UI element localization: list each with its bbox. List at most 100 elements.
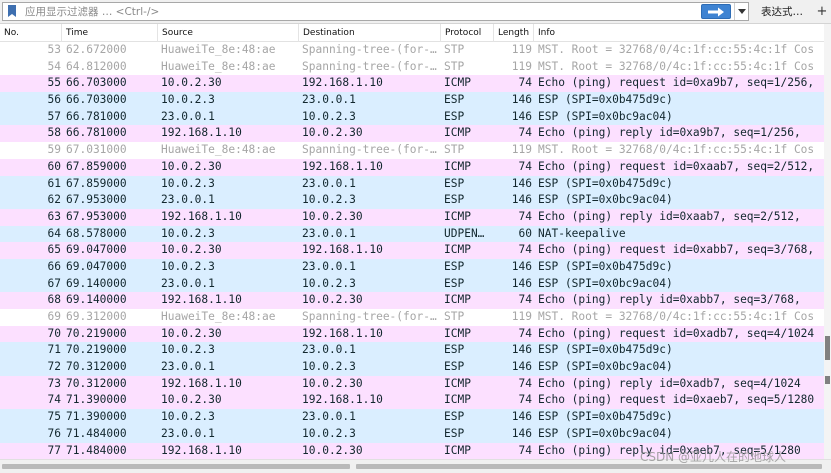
packet-row[interactable]: 62 67.953000 23.0.0.1 10.0.2.3 ESP 146 ESP (SP…	[0, 192, 831, 209]
column-header-time[interactable]: Time	[62, 24, 158, 42]
packet-row[interactable]: 72 70.312000 23.0.0.1 10.0.2.3 ESP 146 ESP (SP…	[0, 359, 831, 376]
packet-time: 64.812000	[66, 59, 127, 73]
packet-protocol: STP	[444, 310, 465, 323]
packet-protocol: ESP	[444, 193, 465, 207]
packet-info: ESP (SPI=0x0b475d9c)	[538, 176, 673, 190]
packet-time: 70.312000	[66, 360, 127, 374]
packet-protocol: ICMP	[444, 126, 471, 140]
packet-row[interactable]: 63 67.953000 192.168.1.10 10.0.2.30 ICMP 74 Ec…	[0, 208, 831, 226]
packet-time: 71.484000	[66, 443, 127, 457]
packet-info: ESP (SPI=0x0b475d9c)	[538, 259, 673, 273]
expression-button[interactable]: 表达式…	[752, 2, 812, 21]
packet-row[interactable]: 66 69.047000 10.0.2.3 23.0.0.1 ESP 146 ESP (SP…	[0, 258, 831, 276]
packet-row[interactable]: 68 69.140000 192.168.1.10 10.0.2.30 ICMP 74 Ec…	[0, 292, 831, 309]
packet-number: 70	[47, 326, 61, 340]
packet-source: 10.0.2.30	[161, 76, 222, 90]
packet-row[interactable]: 74 71.390000 10.0.2.30 192.168.1.10 ICMP 74 Ec…	[0, 392, 831, 410]
packet-time: 69.140000	[66, 293, 127, 307]
packet-row[interactable]: 75 71.390000 10.0.2.3 23.0.0.1 ESP 146 ESP (SP…	[0, 409, 831, 426]
arrow-right-icon	[708, 7, 724, 16]
packet-source: 10.0.2.3	[161, 226, 215, 240]
packet-info: ESP (SPI=0x0b475d9c)	[538, 93, 673, 107]
packet-info: Echo (ping) reply id=0xabb7, seq=3/768,	[538, 293, 801, 307]
packet-protocol: ESP	[444, 109, 465, 123]
packet-length: 146	[511, 410, 532, 424]
packet-row[interactable]: 58 66.781000 192.168.1.10 10.0.2.30 ICMP 74 Ec…	[0, 125, 831, 143]
add-filter-button[interactable]: +	[815, 2, 829, 21]
packet-number: 71	[47, 343, 61, 357]
packet-destination: 23.0.0.1	[302, 93, 356, 107]
packet-protocol: ICMP	[444, 393, 471, 407]
column-header-no[interactable]: No.	[0, 24, 62, 42]
packet-info: MST. Root = 32768/0/4c:1f:cc:55:4c:1f Co…	[538, 59, 815, 73]
packet-time: 70.219000	[66, 343, 127, 357]
packet-destination: 10.0.2.30	[302, 209, 363, 223]
packet-time: 67.859000	[66, 159, 127, 173]
packet-length: 146	[511, 193, 532, 207]
packet-protocol: ICMP	[444, 76, 471, 90]
display-filter-input[interactable]	[23, 3, 693, 20]
packet-row[interactable]: 64 68.578000 10.0.2.3 23.0.0.1 UDPEN… 60 NAT-k…	[0, 225, 831, 243]
packet-row[interactable]: 54 64.812000 HuaweiTe_8e:48:ae Spanning-tre…	[0, 58, 831, 76]
vertical-scroll-thumb[interactable]	[825, 336, 830, 360]
column-header-protocol[interactable]: Protocol	[441, 24, 494, 42]
packet-info: MST. Root = 32768/0/4c:1f:cc:55:4c:1f Co…	[538, 43, 815, 56]
packet-time: 66.781000	[66, 126, 127, 140]
watermark: CSDN @亚儿人在的地球人	[640, 450, 787, 464]
packet-length: 119	[511, 310, 532, 323]
packet-number: 62	[47, 193, 61, 207]
bookmark-icon[interactable]	[3, 3, 21, 20]
packet-number: 67	[47, 276, 61, 290]
column-header-info[interactable]: Info	[534, 24, 831, 42]
vertical-scrollbar[interactable]	[824, 24, 831, 459]
packet-row[interactable]: 53 62.672000 HuaweiTe_8e:48:ae Spanning-tre…	[0, 42, 831, 59]
packet-row[interactable]: 60 67.859000 10.0.2.30 192.168.1.10 ICMP 74 Ec…	[0, 158, 831, 176]
packet-row[interactable]: 59 67.031000 HuaweiTe_8e:48:ae Spanning-tre…	[0, 142, 831, 159]
column-header-length[interactable]: Length	[494, 24, 534, 42]
packet-number: 59	[47, 143, 61, 157]
display-filter-box	[2, 2, 749, 21]
packet-protocol: ICMP	[444, 326, 471, 340]
packet-number: 75	[47, 410, 61, 424]
apply-filter-button[interactable]	[701, 4, 731, 19]
packet-row[interactable]: 67 69.140000 23.0.0.1 10.0.2.3 ESP 146 ESP (SP…	[0, 275, 831, 293]
packet-protocol: ESP	[444, 426, 465, 440]
packet-length: 146	[511, 109, 532, 123]
horizontal-scroll-thumb-left[interactable]	[2, 464, 350, 469]
packet-time: 67.859000	[66, 176, 127, 190]
packet-row[interactable]: 69 69.312000 HuaweiTe_8e:48:ae Spanning-tre…	[0, 309, 831, 326]
packet-protocol: ICMP	[444, 376, 471, 390]
packet-info: Echo (ping) request id=0xaeb7, seq=5/128…	[538, 393, 815, 407]
packet-row[interactable]: 57 66.781000 23.0.0.1 10.0.2.3 ESP 146 ESP (SP…	[0, 108, 831, 126]
packet-row[interactable]: 70 70.219000 10.0.2.30 192.168.1.10 ICMP 74 Ec…	[0, 325, 831, 343]
packet-source: 192.168.1.10	[161, 443, 242, 457]
packet-info: MST. Root = 32768/0/4c:1f:cc:55:4c:1f Co…	[538, 310, 815, 323]
packet-row[interactable]: 55 66.703000 10.0.2.30 192.168.1.10 ICMP 74 Ec…	[0, 75, 831, 93]
packet-row[interactable]: 76 71.484000 23.0.0.1 10.0.2.3 ESP 146 ESP (SP…	[0, 425, 831, 443]
packet-number: 72	[47, 360, 61, 374]
packet-row[interactable]: 56 66.703000 10.0.2.3 23.0.0.1 ESP 146 ESP (SP…	[0, 92, 831, 109]
packet-destination: 192.168.1.10	[302, 326, 383, 340]
vertical-scroll-marker	[825, 376, 830, 384]
packet-info: Echo (ping) reply id=0xaab7, seq=2/512,	[538, 209, 801, 223]
packet-source: 23.0.0.1	[161, 193, 215, 207]
column-header-source[interactable]: Source	[158, 24, 299, 42]
packet-protocol: ESP	[444, 259, 465, 273]
filter-history-dropdown[interactable]	[734, 3, 749, 20]
packet-length: 146	[511, 426, 532, 440]
packet-number: 73	[47, 376, 61, 390]
packet-source: 10.0.2.30	[161, 393, 222, 407]
packet-source: 23.0.0.1	[161, 360, 215, 374]
packet-row[interactable]: 65 69.047000 10.0.2.30 192.168.1.10 ICMP 74 Ec…	[0, 242, 831, 259]
packet-time: 69.047000	[66, 243, 127, 257]
packet-length: 74	[518, 159, 532, 173]
packet-row[interactable]: 61 67.859000 10.0.2.3 23.0.0.1 ESP 146 ESP (SP…	[0, 175, 831, 193]
packet-info: MST. Root = 32768/0/4c:1f:cc:55:4c:1f Co…	[538, 143, 815, 157]
packet-protocol: ESP	[444, 93, 465, 107]
packet-row[interactable]: 73 70.312000 192.168.1.10 10.0.2.30 ICMP 74 Ec…	[0, 375, 831, 393]
packet-info: ESP (SPI=0x0bc9ac04)	[538, 276, 673, 290]
column-header-destination[interactable]: Destination	[299, 24, 441, 42]
packet-row[interactable]: 71 70.219000 10.0.2.3 23.0.0.1 ESP 146 ESP (SP…	[0, 342, 831, 360]
packet-source: 10.0.2.30	[161, 159, 222, 173]
packet-source: HuaweiTe_8e:48:ae	[161, 143, 276, 157]
